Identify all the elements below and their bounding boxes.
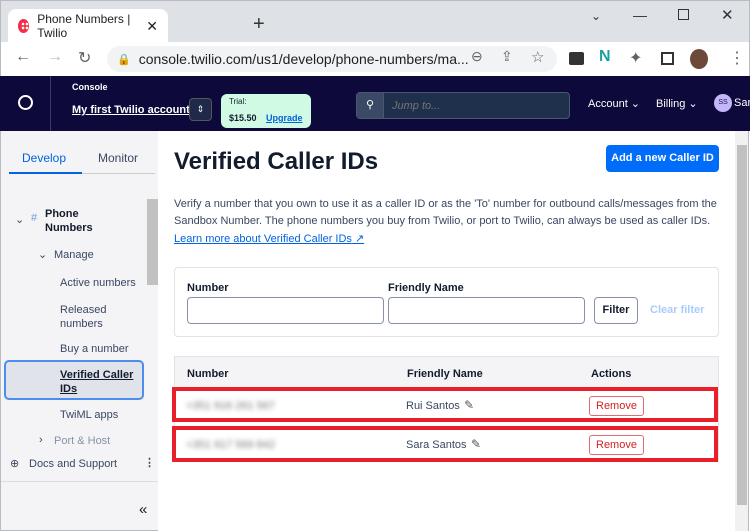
- edit-pencil-icon[interactable]: ✎: [464, 398, 474, 412]
- sidebar-item-verified-caller-ids[interactable]: Verified Caller IDs: [4, 360, 144, 400]
- sidebar-group-port-host[interactable]: Port & Host: [54, 435, 110, 447]
- friendly-name-label: Friendly Name: [388, 282, 464, 294]
- sidebar-item-released-numbers[interactable]: Released numbers: [60, 303, 130, 331]
- page-scrollbar[interactable]: [735, 131, 749, 531]
- friendly-name: Sara Santos: [406, 439, 467, 451]
- column-header-friendly-name: Friendly Name: [407, 368, 483, 380]
- tab-search-icon[interactable]: ⌄: [591, 9, 601, 23]
- account-name-link[interactable]: My first Twilio account: [72, 104, 190, 116]
- sidebar-section-phone-numbers[interactable]: Phone Numbers: [45, 207, 105, 235]
- chevron-right-icon[interactable]: ›: [39, 434, 43, 446]
- close-window-icon[interactable]: ✕: [721, 6, 734, 24]
- browser-tabstrip: Phone Numbers | Twilio ✕ + ⌄ — ✕: [0, 0, 750, 43]
- upgrade-link[interactable]: Upgrade: [266, 113, 303, 123]
- forward-icon[interactable]: →: [47, 48, 63, 66]
- account-menu-label: Account: [588, 98, 628, 110]
- phone-number: +351 916 261 567: [186, 400, 276, 412]
- user-avatar[interactable]: SS: [714, 94, 732, 112]
- remove-button[interactable]: Remove: [589, 396, 644, 416]
- sidebar-item-label: Verified Caller IDs: [60, 369, 134, 395]
- chevron-down-icon[interactable]: ⌄: [38, 248, 47, 261]
- browser-toolbar: ← → ↻ 🔒 console.twilio.com/us1/develop/p…: [0, 42, 750, 76]
- user-name[interactable]: Sar: [734, 97, 750, 109]
- scrollbar-thumb[interactable]: [737, 145, 747, 505]
- url-text: console.twilio.com/us1/develop/phone-num…: [138, 51, 469, 67]
- number-filter-input[interactable]: [187, 297, 384, 324]
- extensions-puzzle-icon[interactable]: ✦: [629, 48, 642, 68]
- tab-title: Phone Numbers | Twilio: [37, 12, 131, 40]
- minimize-icon[interactable]: —: [633, 7, 647, 23]
- lifebuoy-icon: ⊕: [10, 458, 20, 470]
- browser-menu-icon[interactable]: ⋮: [729, 48, 745, 68]
- sidebar-item-active-numbers[interactable]: Active numbers: [60, 277, 136, 289]
- account-menu[interactable]: Account ⌄: [588, 97, 640, 110]
- clear-filter-button[interactable]: Clear filter: [650, 304, 704, 316]
- jump-to-input[interactable]: [384, 93, 569, 118]
- account-switcher-button[interactable]: ⇕: [189, 98, 212, 121]
- sidebar-group-manage[interactable]: Manage: [54, 249, 94, 261]
- tab-monitor[interactable]: Monitor: [83, 151, 153, 165]
- external-link-icon: ↗: [355, 233, 365, 245]
- filter-panel: Number Friendly Name Filter Clear filter: [174, 267, 719, 337]
- more-options-icon[interactable]: ⋮: [144, 456, 155, 469]
- share-icon[interactable]: ⇪: [501, 48, 513, 65]
- browser-tab[interactable]: Phone Numbers | Twilio ✕: [8, 9, 168, 43]
- console-label: Console: [72, 82, 108, 92]
- phone-number: +351 917 569 842: [186, 439, 276, 451]
- friendly-name: Rui Santos: [406, 400, 460, 412]
- trial-balance: $15.50: [229, 113, 257, 123]
- hash-icon: #: [31, 212, 38, 224]
- twilio-header: Console My first Twilio account ⇕ Trial:…: [0, 76, 750, 131]
- billing-menu-label: Billing: [656, 98, 686, 110]
- learn-more-label: Learn more about Verified Caller IDs: [174, 233, 352, 245]
- bookmark-star-icon[interactable]: ☆: [531, 48, 544, 66]
- extension-icon[interactable]: [569, 52, 584, 65]
- extension-n-icon[interactable]: N: [599, 48, 611, 66]
- sidebar: Develop Monitor ⌄ # Phone Numbers ⌄ Mana…: [0, 131, 159, 531]
- main-content: Verified Caller IDs Add a new Caller ID …: [158, 131, 735, 531]
- maximize-icon[interactable]: [678, 9, 689, 20]
- learn-more-link[interactable]: Learn more about Verified Caller IDs ↗: [174, 232, 364, 245]
- column-header-actions: Actions: [591, 368, 632, 380]
- reload-icon[interactable]: ↻: [78, 48, 91, 68]
- sidebar-scrollbar[interactable]: [147, 199, 158, 285]
- friendly-name-filter-input[interactable]: [388, 297, 585, 324]
- chevron-down-icon[interactable]: ⌄: [15, 213, 24, 226]
- column-header-number: Number: [187, 368, 229, 380]
- edit-pencil-icon[interactable]: ✎: [471, 437, 481, 451]
- lock-icon: 🔒: [117, 53, 131, 66]
- trial-badge: Trial: $15.50 Upgrade: [221, 94, 311, 128]
- tab-develop[interactable]: Develop: [9, 151, 79, 165]
- collapse-sidebar-icon[interactable]: «: [139, 501, 147, 518]
- table-row: +351 916 261 567 Rui Santos ✎ Remove: [172, 387, 718, 422]
- zoom-icon[interactable]: ⊖: [471, 48, 483, 65]
- filter-button[interactable]: Filter: [594, 297, 638, 324]
- sidebar-item-twiml-apps[interactable]: TwiML apps: [60, 409, 118, 421]
- side-panel-icon[interactable]: [661, 52, 674, 65]
- new-tab-icon[interactable]: +: [253, 13, 265, 36]
- docs-and-support-link[interactable]: Docs and Support: [29, 458, 117, 470]
- close-tab-icon[interactable]: ✕: [146, 18, 158, 35]
- twilio-favicon-icon: [18, 19, 30, 33]
- sidebar-item-buy-a-number[interactable]: Buy a number: [60, 343, 128, 355]
- remove-button[interactable]: Remove: [589, 435, 644, 455]
- back-icon[interactable]: ←: [15, 48, 31, 66]
- table-row: +351 917 569 842 Sara Santos ✎ Remove: [172, 426, 718, 462]
- billing-menu[interactable]: Billing ⌄: [656, 97, 698, 110]
- jump-to-search[interactable]: ⚲: [356, 92, 570, 119]
- trial-label: Trial:: [229, 97, 247, 106]
- page-title: Verified Caller IDs: [174, 148, 379, 175]
- address-bar[interactable]: 🔒 console.twilio.com/us1/develop/phone-n…: [107, 46, 557, 72]
- twilio-logo-icon[interactable]: [18, 95, 33, 110]
- number-label: Number: [187, 282, 229, 294]
- add-caller-id-button[interactable]: Add a new Caller ID: [606, 145, 719, 172]
- search-icon: ⚲: [357, 93, 384, 118]
- description: Verify a number that you own to use it a…: [174, 198, 717, 227]
- profile-avatar[interactable]: [690, 49, 708, 69]
